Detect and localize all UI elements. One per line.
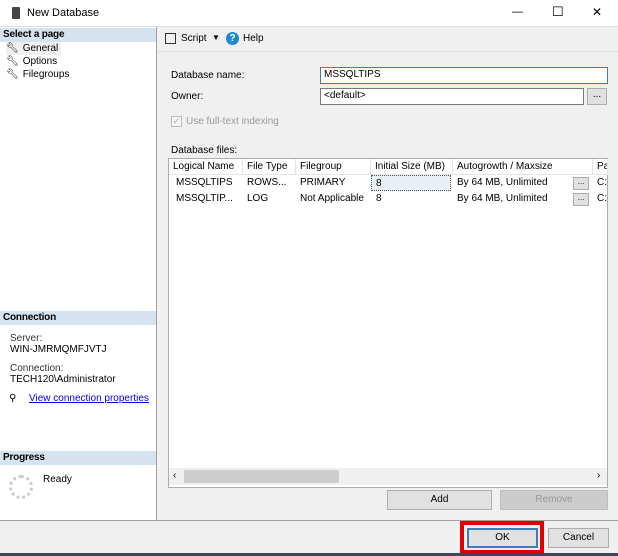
- ok-button[interactable]: OK: [467, 528, 538, 548]
- script-button[interactable]: Script: [181, 33, 207, 44]
- fulltext-label: Use full-text indexing: [186, 116, 279, 127]
- initial-size-cell[interactable]: 8: [371, 175, 451, 191]
- connection-label: Connection:: [10, 363, 64, 374]
- filegroup-cell[interactable]: Not Applicable: [296, 191, 371, 207]
- owner-browse-button[interactable]: ...: [587, 88, 607, 105]
- close-button[interactable]: ✕: [592, 5, 602, 19]
- path-cell[interactable]: C:: [593, 191, 608, 207]
- select-page-header: Select a page: [0, 28, 156, 42]
- wrench-icon: 🔧︎: [6, 56, 19, 67]
- column-header[interactable]: Filegroup: [296, 159, 371, 175]
- server-value: WIN-JMRMQMFJVTJ: [10, 344, 107, 355]
- column-header[interactable]: Pa: [593, 159, 608, 175]
- column-header[interactable]: File Type: [243, 159, 296, 175]
- progress-spinner-icon: [9, 475, 33, 499]
- filegroup-cell[interactable]: PRIMARY: [296, 175, 371, 191]
- help-button[interactable]: Help: [243, 33, 264, 44]
- script-icon: [165, 33, 176, 44]
- minimize-button[interactable]: —: [512, 6, 523, 18]
- initial-size-cell[interactable]: 8: [372, 191, 452, 207]
- column-header[interactable]: Initial Size (MB): [371, 159, 453, 175]
- page-label: Options: [22, 56, 58, 67]
- scroll-left-icon[interactable]: ‹: [173, 470, 176, 481]
- page-filegroups[interactable]: 🔧︎ Filegroups: [6, 68, 69, 81]
- db-name-label: Database name:: [171, 70, 245, 81]
- logical-name-cell[interactable]: MSSQLTIPS: [172, 175, 243, 191]
- sidebar: Select a page 🔧︎ General 🔧︎ Options 🔧︎ File…: [0, 27, 157, 520]
- autogrowth-cell[interactable]: By 64 MB, Unlimited: [453, 175, 571, 191]
- progress-header: Progress: [0, 451, 156, 465]
- page-label: Filegroups: [22, 69, 70, 80]
- scrollbar-thumb[interactable]: [184, 470, 339, 483]
- remove-button[interactable]: Remove: [500, 490, 608, 510]
- database-files-grid: Logical Name File Type Filegroup Initial…: [168, 158, 608, 488]
- file-type-cell[interactable]: ROWS...: [243, 175, 296, 191]
- chevron-down-icon[interactable]: ▼: [212, 33, 220, 42]
- page-general[interactable]: 🔧︎ General: [6, 42, 62, 55]
- column-header[interactable]: Autogrowth / Maxsize: [453, 159, 593, 175]
- toolbar: Script ▼ ? Help: [157, 27, 618, 52]
- wrench-icon: 🔧︎: [6, 69, 19, 80]
- horizontal-scrollbar[interactable]: ‹ ›: [169, 468, 607, 485]
- autogrowth-edit-button[interactable]: ...: [573, 193, 589, 206]
- fulltext-checkbox[interactable]: ✓: [171, 116, 182, 127]
- database-icon: [12, 7, 20, 19]
- db-name-input[interactable]: MSSQLTIPS: [320, 67, 608, 84]
- progress-status: Ready: [43, 474, 72, 485]
- maximize-button[interactable]: ☐: [552, 4, 564, 20]
- db-files-label: Database files:: [171, 145, 238, 156]
- autogrowth-edit-button[interactable]: ...: [573, 177, 589, 190]
- file-type-cell[interactable]: LOG: [243, 191, 296, 207]
- owner-input[interactable]: <default>: [320, 88, 584, 105]
- cancel-button[interactable]: Cancel: [548, 528, 609, 548]
- autogrowth-cell[interactable]: By 64 MB, Unlimited: [453, 191, 571, 207]
- connection-header: Connection: [0, 311, 156, 325]
- plug-icon: ⚲: [9, 393, 17, 404]
- view-connection-properties-link[interactable]: View connection properties: [29, 393, 149, 404]
- page-label: General: [22, 43, 59, 54]
- wrench-icon: 🔧︎: [6, 43, 19, 54]
- server-label: Server:: [10, 333, 43, 344]
- connection-value: TECH120\Administrator: [10, 374, 116, 385]
- column-header[interactable]: Logical Name: [169, 159, 243, 175]
- title-bar: New Database — ☐ ✕: [0, 0, 618, 27]
- add-button[interactable]: Add: [387, 490, 492, 510]
- help-icon: ?: [226, 32, 239, 45]
- owner-label: Owner:: [171, 91, 204, 102]
- path-cell[interactable]: C:: [593, 175, 608, 191]
- logical-name-cell[interactable]: MSSQLTIP...: [172, 191, 243, 207]
- window-title: New Database: [27, 7, 100, 19]
- page-options[interactable]: 🔧︎ Options: [6, 55, 57, 68]
- scroll-right-icon[interactable]: ›: [597, 470, 600, 481]
